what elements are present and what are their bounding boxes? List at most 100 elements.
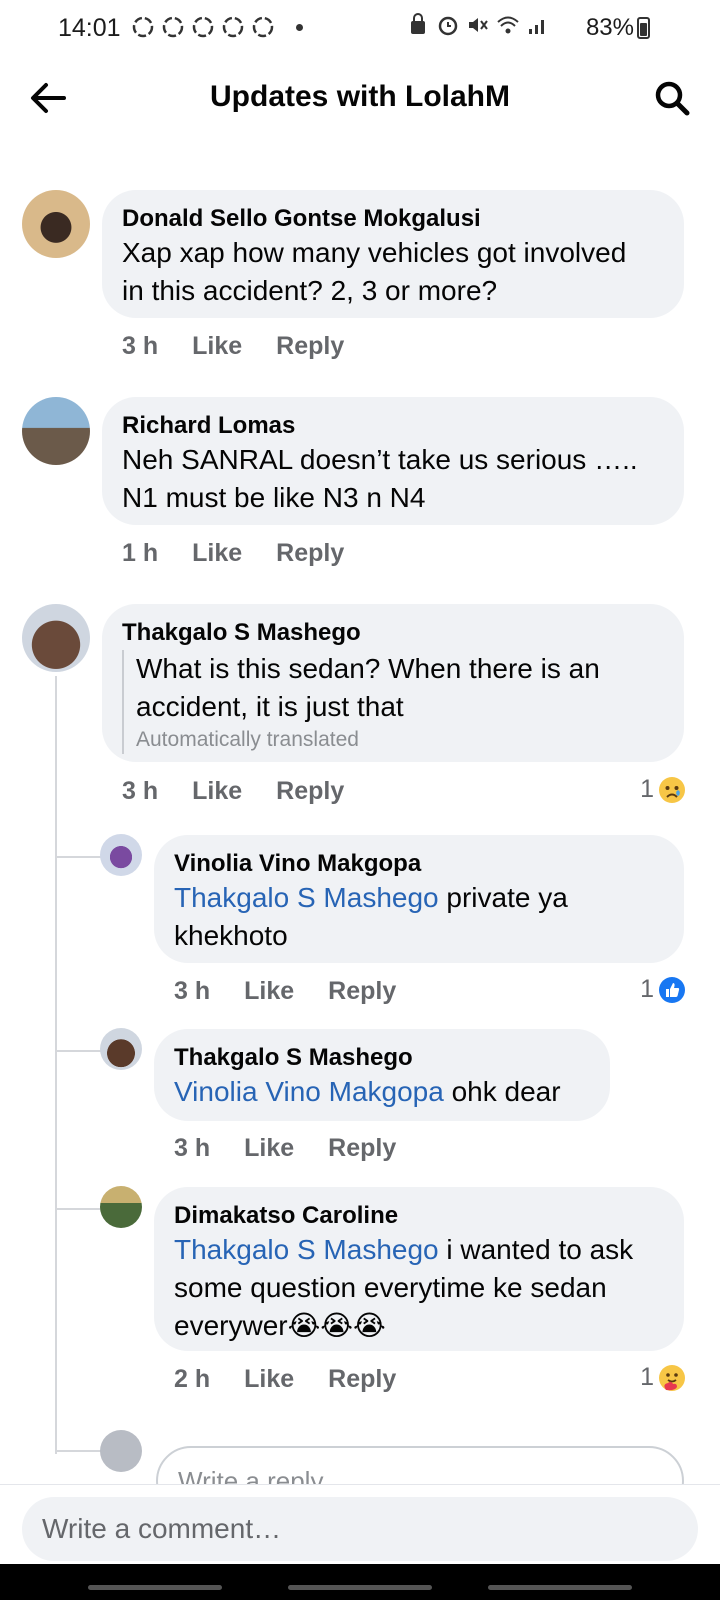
nav-recents-button[interactable] <box>88 1585 222 1590</box>
comment-text-line: accident, it is just that <box>136 691 404 722</box>
reply-text-line: Thakgalo S Mashego private ya <box>174 879 664 917</box>
reply-text-line: Vinolia Vino Makgopa ohk dear <box>174 1073 590 1111</box>
reply-author[interactable]: Thakgalo S Mashego <box>174 1043 590 1073</box>
page-title: Updates with LolahM <box>210 80 510 113</box>
like-button[interactable]: Like <box>192 777 242 806</box>
comment-timestamp: 3 h <box>122 777 159 805</box>
reply-button[interactable]: Reply <box>328 1365 396 1394</box>
reaction-count: 1 <box>640 775 654 803</box>
comment-author[interactable]: Donald Sello Gontse Mokgalusi <box>122 204 664 234</box>
status-bar: 14:01 83% <box>0 0 720 56</box>
comment-timestamp: 1 h <box>122 539 159 567</box>
nav-home-button[interactable] <box>288 1585 432 1590</box>
comment-composer: Write a comment… <box>0 1484 720 1564</box>
like-button[interactable]: Like <box>244 1365 294 1394</box>
more-notifications-dot <box>296 24 303 31</box>
comment-text-line: Neh SANRAL doesn’t take us serious ….. <box>122 444 638 475</box>
notification-ring-icon <box>252 16 274 38</box>
status-icons <box>406 12 550 38</box>
search-icon <box>655 81 690 116</box>
reaction-count: 1 <box>640 1363 654 1391</box>
comment-text-line: Xap xap how many vehicles got involved <box>122 237 627 268</box>
header: Updates with LolahM <box>0 56 720 140</box>
notification-icons <box>130 14 276 40</box>
reply-timestamp: 3 h <box>174 977 211 1005</box>
reply-button[interactable]: Reply <box>276 777 344 806</box>
comment-author[interactable]: Richard Lomas <box>122 411 664 441</box>
reaction-summary[interactable]: 1 <box>640 975 686 1004</box>
reaction-count: 1 <box>640 975 654 1003</box>
comment-author[interactable]: Thakgalo S Mashego <box>122 618 664 648</box>
avatar[interactable] <box>22 397 90 465</box>
reply-actions: 3 h Like Reply <box>174 977 430 1006</box>
notification-ring-icon <box>132 16 154 38</box>
comment-bubble[interactable]: Thakgalo S Mashego What is this sedan? W… <box>102 604 684 762</box>
translation-note[interactable]: Automatically translated <box>136 726 664 754</box>
translated-text-block: What is this sedan? When there is an acc… <box>122 650 664 754</box>
comment-actions: 1 h Like Reply <box>122 539 378 568</box>
comment-actions: 3 h Like Reply <box>122 777 378 806</box>
reply-timestamp: 3 h <box>174 1134 211 1162</box>
reply-button[interactable]: Reply <box>276 539 344 568</box>
sad-reaction-icon <box>659 776 685 803</box>
reply-text: private ya <box>438 882 568 913</box>
like-reaction-icon <box>659 976 685 1003</box>
like-button[interactable]: Like <box>244 1134 294 1163</box>
reply-text-line: Thakgalo S Mashego i wanted to ask <box>174 1231 664 1269</box>
comment-text-line: N1 must be like N3 n N4 <box>122 482 426 513</box>
comment-bubble[interactable]: Donald Sello Gontse Mokgalusi Xap xap ho… <box>102 190 684 318</box>
thread-line <box>55 676 57 1454</box>
signal-icon <box>529 20 544 34</box>
wifi-icon <box>497 16 519 34</box>
reply-button[interactable]: Reply <box>328 1134 396 1163</box>
mention-link[interactable]: Thakgalo S Mashego <box>174 882 439 913</box>
avatar[interactable] <box>100 834 142 876</box>
like-button[interactable]: Like <box>192 332 242 361</box>
reply-text: i wanted to ask <box>438 1234 634 1265</box>
battery-percent: 83% <box>585 14 634 41</box>
lock-icon <box>411 13 425 34</box>
comment-bubble[interactable]: Richard Lomas Neh SANRAL doesn’t take us… <box>102 397 684 525</box>
avatar[interactable] <box>100 1186 142 1228</box>
care-reaction-icon <box>659 1364 685 1391</box>
comment-text-line: What is this sedan? When there is an <box>136 653 600 684</box>
mention-link[interactable]: Vinolia Vino Makgopa <box>174 1076 444 1107</box>
comment-input[interactable]: Write a comment… <box>22 1497 698 1561</box>
mention-link[interactable]: Thakgalo S Mashego <box>174 1234 439 1265</box>
reply-author[interactable]: Dimakatso Caroline <box>174 1201 664 1231</box>
like-button[interactable]: Like <box>244 977 294 1006</box>
reaction-summary[interactable]: 1 <box>640 1363 686 1392</box>
reply-bubble[interactable]: Dimakatso Caroline Thakgalo S Mashego i … <box>154 1187 684 1351</box>
comment-actions: 3 h Like Reply <box>122 332 378 361</box>
system-nav-bar <box>0 1564 720 1600</box>
nav-back-button[interactable] <box>488 1585 632 1590</box>
reply-actions: 3 h Like Reply <box>174 1134 430 1163</box>
status-time: 14:01 <box>58 14 121 42</box>
reply-text-line: some question everytime ke sedan <box>174 1272 607 1303</box>
reply-actions: 2 h Like Reply <box>174 1365 430 1394</box>
alarm-icon <box>438 16 458 36</box>
reply-text-line: khekhoto <box>174 920 288 951</box>
reply-text-line: everywer😭😭😭 <box>174 1310 386 1341</box>
reply-bubble[interactable]: Vinolia Vino Makgopa Thakgalo S Mashego … <box>154 835 684 963</box>
reply-bubble[interactable]: Thakgalo S Mashego Vinolia Vino Makgopa … <box>154 1029 610 1121</box>
reply-button[interactable]: Reply <box>276 332 344 361</box>
reaction-summary[interactable]: 1 <box>640 775 686 804</box>
search-button[interactable] <box>650 76 694 120</box>
reply-timestamp: 2 h <box>174 1365 211 1393</box>
reply-button[interactable]: Reply <box>328 977 396 1006</box>
mute-icon <box>469 18 488 32</box>
notification-ring-icon <box>192 16 214 38</box>
my-avatar <box>100 1430 142 1472</box>
comment-timestamp: 3 h <box>122 332 159 360</box>
notification-ring-icon <box>222 16 244 38</box>
notification-ring-icon <box>162 16 184 38</box>
like-button[interactable]: Like <box>192 539 242 568</box>
reply-author[interactable]: Vinolia Vino Makgopa <box>174 849 664 879</box>
battery-icon <box>637 17 650 39</box>
avatar[interactable] <box>22 190 90 258</box>
avatar[interactable] <box>22 604 90 672</box>
reply-text: ohk dear <box>443 1076 561 1107</box>
comment-text-line: in this accident? 2, 3 or more? <box>122 275 498 306</box>
avatar[interactable] <box>100 1028 142 1070</box>
